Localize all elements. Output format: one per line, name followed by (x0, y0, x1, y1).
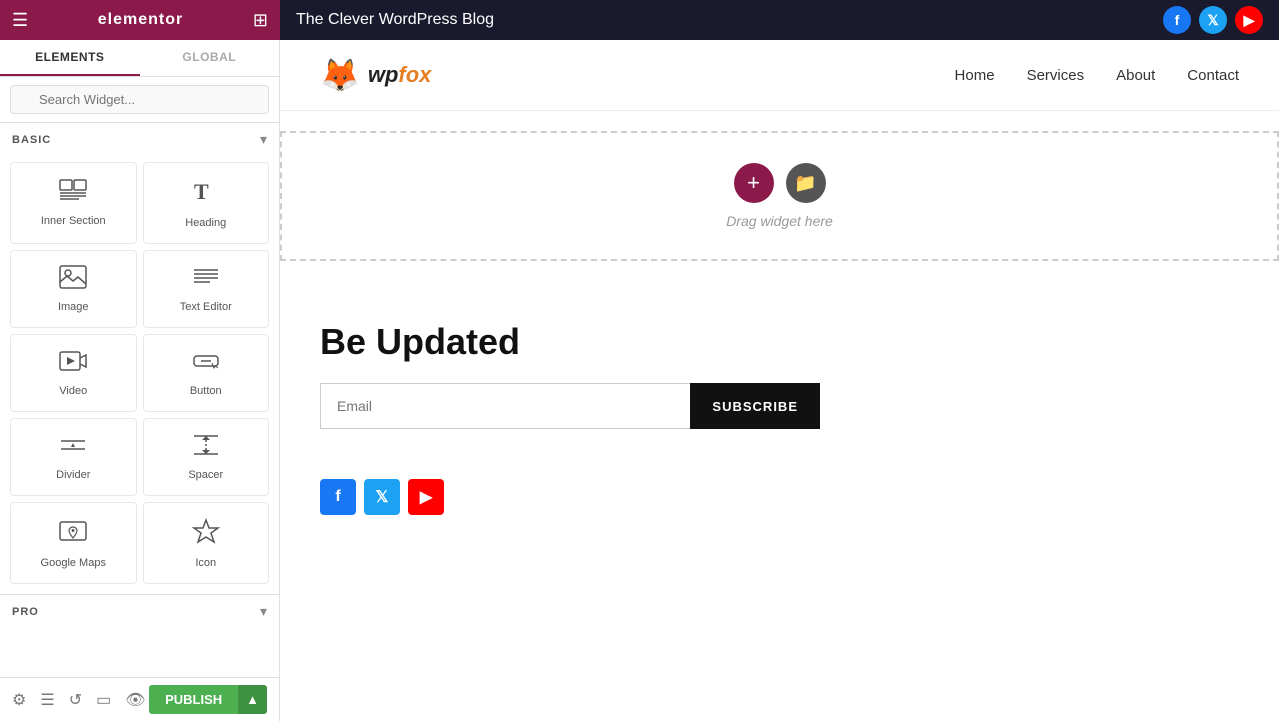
subscribe-row: SUBSCRIBE (320, 383, 820, 429)
logo-text: wpfox (368, 62, 432, 88)
youtube-social-icon[interactable]: ▶ (1235, 6, 1263, 34)
nav-about[interactable]: About (1116, 67, 1155, 84)
tab-global[interactable]: GLOBAL (140, 40, 280, 76)
twitter-social-icon[interactable]: 𝕏 (1199, 6, 1227, 34)
basic-section-header[interactable]: BASIC ▾ (0, 123, 279, 156)
facebook-social-icon[interactable]: f (1163, 6, 1191, 34)
site-logo: 🦊 wpfox (320, 56, 431, 94)
image-icon (59, 265, 87, 295)
strip-facebook-icon[interactable]: f (320, 479, 356, 515)
editable-section-wrapper: + 📁 Drag widget here ‹ (280, 131, 1279, 261)
widget-text-editor-label: Text Editor (180, 301, 232, 313)
add-widget-button[interactable]: + (734, 163, 774, 203)
widget-spacer[interactable]: Spacer (143, 418, 270, 496)
drop-zone-label: Drag widget here (726, 213, 833, 229)
top-bar-left: ☰ elementor ⊞ (0, 0, 280, 40)
history-icon[interactable]: ↺ (69, 690, 82, 710)
widget-divider[interactable]: Divider (10, 418, 137, 496)
sidebar-tabs: ELEMENTS GLOBAL (0, 40, 279, 77)
search-wrapper (10, 85, 269, 114)
widget-google-maps[interactable]: Google Maps (10, 502, 137, 584)
widget-image[interactable]: Image (10, 250, 137, 328)
drop-zone-buttons: + 📁 (734, 163, 826, 203)
nav-contact[interactable]: Contact (1187, 67, 1239, 84)
strip-youtube-icon[interactable]: ▶ (408, 479, 444, 515)
publish-button[interactable]: PUBLISH (149, 685, 238, 714)
widget-heading-label: Heading (185, 217, 226, 229)
pro-section-arrow-icon: ▾ (260, 603, 267, 620)
svg-text:T: T (194, 179, 209, 204)
logo-fox-icon: 🦊 (320, 56, 360, 94)
strip-twitter-icon[interactable]: 𝕏 (364, 479, 400, 515)
basic-section-label: BASIC (12, 134, 51, 146)
divider-icon (59, 433, 87, 463)
widget-spacer-label: Spacer (188, 469, 223, 481)
hamburger-menu-icon[interactable]: ☰ (12, 10, 28, 31)
top-bar-socials: f 𝕏 ▶ (1163, 6, 1263, 34)
publish-arrow-button[interactable]: ▲ (238, 685, 267, 714)
settings-icon[interactable]: ⚙ (12, 690, 26, 710)
top-bar: ☰ elementor ⊞ The Clever WordPress Blog … (0, 0, 1279, 40)
button-icon (192, 349, 220, 379)
sidebar-panel: ELEMENTS GLOBAL BASIC ▾ (0, 40, 280, 721)
spacer-icon (192, 433, 220, 463)
pro-section-header[interactable]: PRO ▾ (0, 594, 279, 628)
search-input[interactable] (10, 85, 269, 114)
nav-services[interactable]: Services (1027, 67, 1085, 84)
be-updated-title: Be Updated (320, 321, 1239, 363)
widget-inner-section-label: Inner Section (41, 215, 106, 227)
layers-icon[interactable]: ☰ (40, 690, 54, 710)
widget-google-maps-label: Google Maps (41, 557, 106, 569)
google-maps-icon (59, 517, 87, 551)
widget-text-editor[interactable]: Text Editor (143, 250, 270, 328)
widgets-grid: Inner Section T Heading (0, 156, 279, 590)
page-title: The Clever WordPress Blog (296, 11, 494, 29)
widget-video[interactable]: Video (10, 334, 137, 412)
subscribe-button[interactable]: SUBSCRIBE (690, 383, 820, 429)
widget-video-label: Video (59, 385, 87, 397)
main-layout: ELEMENTS GLOBAL BASIC ▾ (0, 40, 1279, 721)
elementor-logo: elementor (98, 11, 183, 29)
widget-icon[interactable]: Icon (143, 502, 270, 584)
widget-divider-label: Divider (56, 469, 90, 481)
widget-button[interactable]: Button (143, 334, 270, 412)
add-template-button[interactable]: 📁 (786, 163, 826, 203)
icon-icon (192, 517, 220, 551)
basic-section-arrow-icon: ▾ (260, 131, 267, 148)
social-strip: f 𝕏 ▶ (280, 469, 1279, 525)
widget-image-label: Image (58, 301, 89, 313)
site-header: 🦊 wpfox Home Services About Contact (280, 40, 1279, 111)
video-icon (59, 349, 87, 379)
nav-home[interactable]: Home (955, 67, 995, 84)
widget-icon-label: Icon (195, 557, 216, 569)
widget-heading[interactable]: T Heading (143, 162, 270, 244)
be-updated-section: Be Updated SUBSCRIBE (280, 281, 1279, 469)
canvas-area: 🦊 wpfox Home Services About Contact + 📁 (280, 40, 1279, 721)
preview-icon[interactable]: 👁 (125, 690, 145, 710)
tab-elements[interactable]: ELEMENTS (0, 40, 140, 76)
heading-icon: T (192, 177, 220, 211)
widget-button-label: Button (190, 385, 222, 397)
bottom-icons-group: ⚙ ☰ ↺ ▭ 👁 (12, 690, 146, 710)
pro-section-label: PRO (12, 606, 39, 618)
site-nav: Home Services About Contact (955, 67, 1239, 84)
publish-btn-wrapper: PUBLISH ▲ (149, 685, 267, 714)
sidebar-bottom-bar: ⚙ ☰ ↺ ▭ 👁 PUBLISH ▲ (0, 677, 279, 721)
top-bar-right: The Clever WordPress Blog f 𝕏 ▶ (280, 6, 1279, 34)
drop-zone[interactable]: + 📁 Drag widget here (280, 131, 1279, 261)
grid-apps-icon[interactable]: ⊞ (253, 10, 268, 31)
email-input[interactable] (320, 383, 690, 429)
widget-inner-section[interactable]: Inner Section (10, 162, 137, 244)
search-box (0, 77, 279, 123)
responsive-icon[interactable]: ▭ (96, 690, 111, 710)
text-editor-icon (192, 265, 220, 295)
canvas-inner: 🦊 wpfox Home Services About Contact + 📁 (280, 40, 1279, 721)
inner-section-icon (59, 179, 87, 209)
